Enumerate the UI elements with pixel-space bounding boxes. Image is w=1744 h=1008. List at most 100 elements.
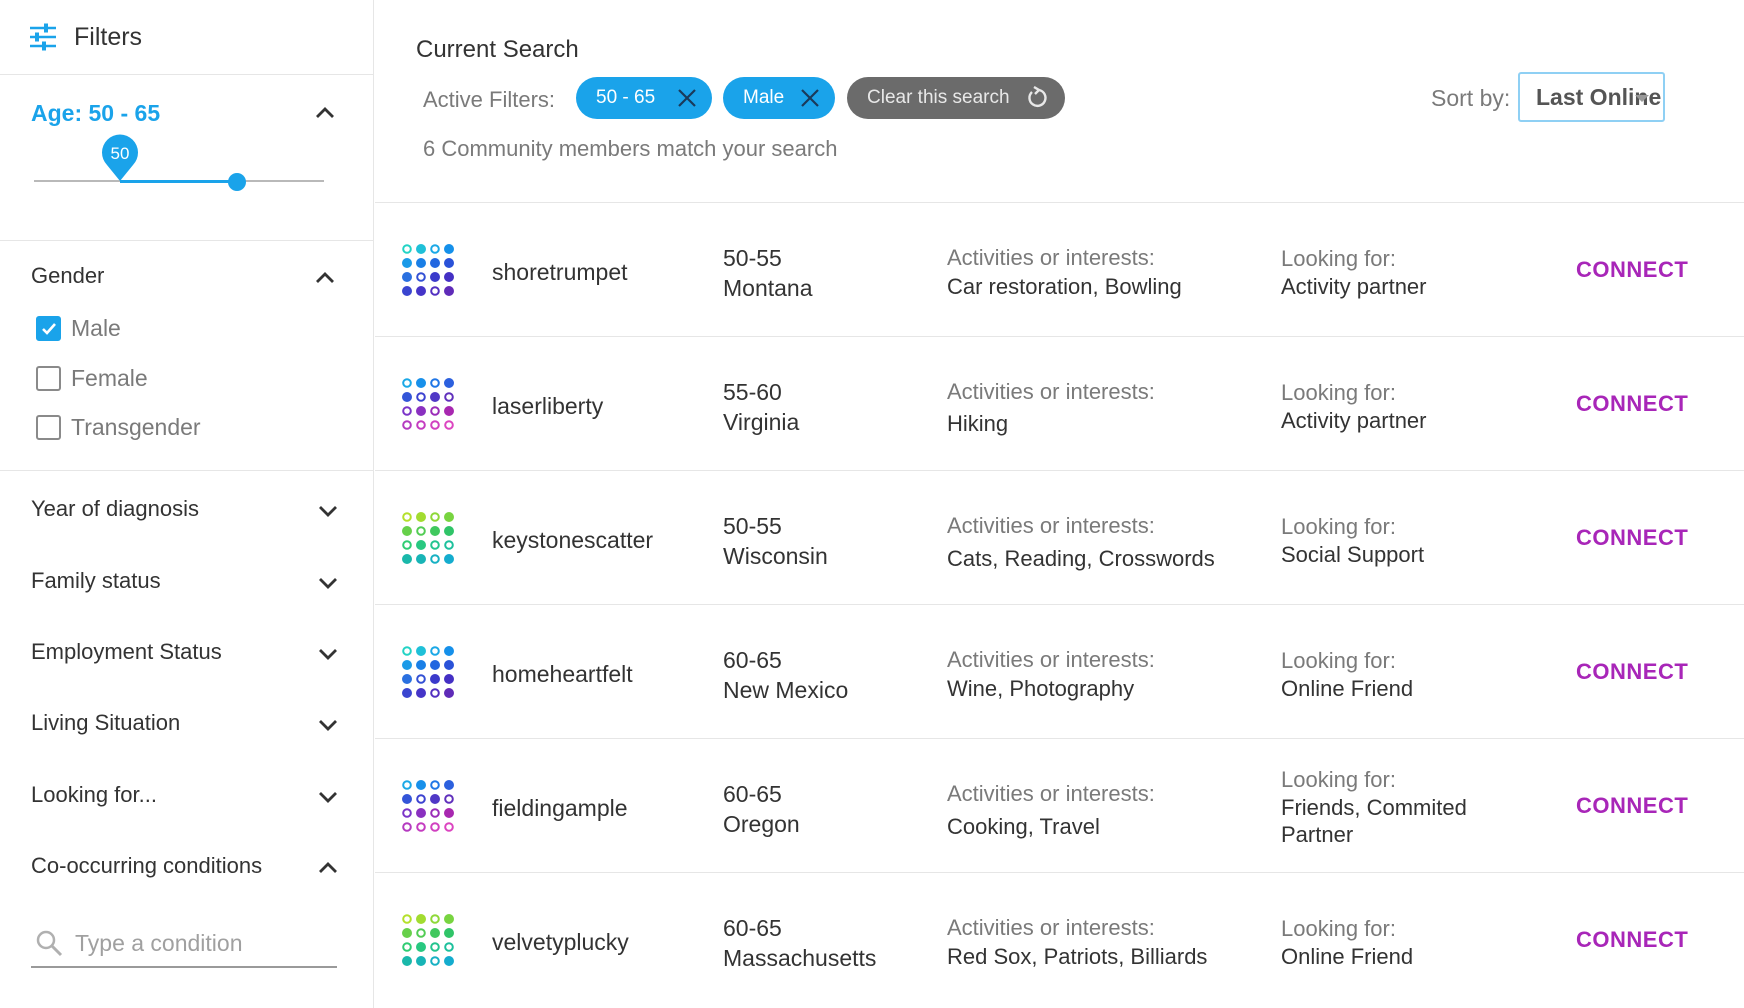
- current-search-title: Current Search: [416, 36, 579, 63]
- avatar-dot: [444, 272, 454, 282]
- connect-button[interactable]: CONNECT: [1576, 257, 1688, 283]
- filter-section-label: Living Situation: [31, 710, 181, 735]
- filter-employment-status[interactable]: Employment Status: [31, 639, 345, 679]
- gender-option-transgender[interactable]: Transgender: [36, 414, 201, 441]
- caret-down-icon: [1635, 95, 1649, 102]
- gender-filter-title[interactable]: Gender: [31, 263, 104, 289]
- avatar-dot: [430, 928, 440, 938]
- transgender-checkbox[interactable]: [36, 415, 61, 440]
- connect-button[interactable]: CONNECT: [1576, 525, 1688, 551]
- age-slider-max-handle[interactable]: [228, 173, 246, 191]
- filters-sidebar: Filters Age: 50 - 65 50 Gender Male Fema…: [0, 0, 374, 1008]
- filter-year-of-diagnosis[interactable]: Year of diagnosis: [31, 496, 345, 536]
- close-icon[interactable]: [676, 87, 698, 109]
- clear-search-button[interactable]: Clear this search: [847, 77, 1065, 119]
- looking-for-label: Looking for:: [1281, 767, 1396, 792]
- avatar-dot: [430, 822, 440, 832]
- chevron-up-icon[interactable]: [314, 106, 336, 120]
- user-avatar[interactable]: [401, 645, 455, 699]
- result-row: laserliberty 55-60 Virginia Activities o…: [375, 336, 1744, 470]
- activities-value: Cooking, Travel: [947, 814, 1100, 839]
- avatar-dot: [430, 646, 440, 656]
- close-icon[interactable]: [799, 87, 821, 109]
- gender-filter-section: Gender Male Female Transgender: [0, 241, 374, 471]
- avatar-dot: [416, 794, 426, 804]
- avatar-dot: [444, 244, 454, 254]
- username[interactable]: homeheartfelt: [492, 661, 633, 688]
- avatar-dot: [416, 822, 426, 832]
- looking-for-label: Looking for:: [1281, 380, 1396, 405]
- checkmark-icon: [42, 323, 56, 335]
- avatar-dot: [430, 956, 440, 966]
- avatar-dot: [444, 674, 454, 684]
- gender-option-male[interactable]: Male: [36, 315, 121, 342]
- avatar-dot: [430, 674, 440, 684]
- activities-value: Wine, Photography: [947, 676, 1135, 701]
- sort-dropdown[interactable]: Last Online: [1518, 72, 1665, 122]
- age-filter-title[interactable]: Age: 50 - 65: [31, 100, 160, 127]
- connect-button[interactable]: CONNECT: [1576, 927, 1688, 953]
- filter-co-occurring-conditions[interactable]: Co-occurring conditions: [31, 853, 345, 893]
- user-avatar[interactable]: [401, 377, 455, 431]
- chevron-up-icon[interactable]: [314, 271, 336, 285]
- filter-chip-age[interactable]: 50 - 65: [576, 77, 712, 119]
- avatar-dot: [402, 942, 412, 952]
- avatar-dot: [430, 794, 440, 804]
- avatar-dot: [416, 392, 426, 402]
- gender-option-label: Transgender: [71, 414, 201, 440]
- avatar-dot: [402, 244, 412, 254]
- avatar-dot: [402, 914, 412, 924]
- avatar-dot: [444, 540, 454, 550]
- connect-button[interactable]: CONNECT: [1576, 659, 1688, 685]
- filter-family-status[interactable]: Family status: [31, 568, 345, 608]
- filter-chip-label: 50 - 65: [596, 87, 656, 108]
- avatar-dot: [402, 956, 412, 966]
- avatar-dot: [430, 244, 440, 254]
- username[interactable]: velvetyplucky: [492, 929, 629, 956]
- avatar-dot: [402, 420, 412, 430]
- username[interactable]: fieldingample: [492, 795, 628, 822]
- avatar-dot: [416, 688, 426, 698]
- user-avatar[interactable]: [401, 779, 455, 833]
- username[interactable]: keystonescatter: [492, 527, 653, 554]
- results-list: shoretrumpet 50-55 Montana Activities or…: [375, 202, 1744, 1006]
- condition-search-field[interactable]: [31, 920, 337, 968]
- avatar-dot: [430, 942, 440, 952]
- result-row: keystonescatter 50-55 Wisconsin Activiti…: [375, 470, 1744, 604]
- location: Wisconsin: [723, 543, 828, 569]
- avatar-dot: [416, 420, 426, 430]
- filter-looking-for[interactable]: Looking for...: [31, 782, 345, 822]
- activities-label: Activities or interests:: [947, 647, 1155, 672]
- avatar-dot: [430, 554, 440, 564]
- avatar-dot: [430, 914, 440, 924]
- looking-for-label: Looking for:: [1281, 246, 1396, 271]
- connect-button[interactable]: CONNECT: [1576, 793, 1688, 819]
- chevron-down-icon: [319, 506, 337, 517]
- avatar-dot: [402, 822, 412, 832]
- condition-search-input[interactable]: [75, 929, 325, 957]
- activities-label: Activities or interests:: [947, 245, 1155, 270]
- activities-value: Cats, Reading, Crosswords: [947, 546, 1215, 571]
- username[interactable]: laserliberty: [492, 393, 603, 420]
- avatar-dot: [444, 420, 454, 430]
- gender-option-female[interactable]: Female: [36, 365, 148, 392]
- avatar-dot: [430, 688, 440, 698]
- male-checkbox[interactable]: [36, 316, 61, 341]
- user-avatar[interactable]: [401, 243, 455, 297]
- search-results-panel: Current Search Active Filters: 50 - 65 M…: [375, 0, 1744, 1008]
- filter-living-situation[interactable]: Living Situation: [31, 710, 345, 750]
- filter-chip-gender[interactable]: Male: [723, 77, 835, 119]
- result-row: velvetyplucky 60-65 Massachusetts Activi…: [375, 872, 1744, 1006]
- user-avatar[interactable]: [401, 913, 455, 967]
- avatar-dot: [416, 956, 426, 966]
- looking-for-value: Friends, Commited Partner: [1281, 795, 1467, 847]
- looking-for-value: Activity partner: [1281, 408, 1427, 433]
- user-avatar[interactable]: [401, 511, 455, 565]
- avatar-dot: [430, 378, 440, 388]
- female-checkbox[interactable]: [36, 366, 61, 391]
- connect-button[interactable]: CONNECT: [1576, 391, 1688, 417]
- avatar-dot: [430, 286, 440, 296]
- age-range: 60-65: [723, 915, 782, 941]
- username[interactable]: shoretrumpet: [492, 259, 628, 286]
- avatar-dot: [430, 512, 440, 522]
